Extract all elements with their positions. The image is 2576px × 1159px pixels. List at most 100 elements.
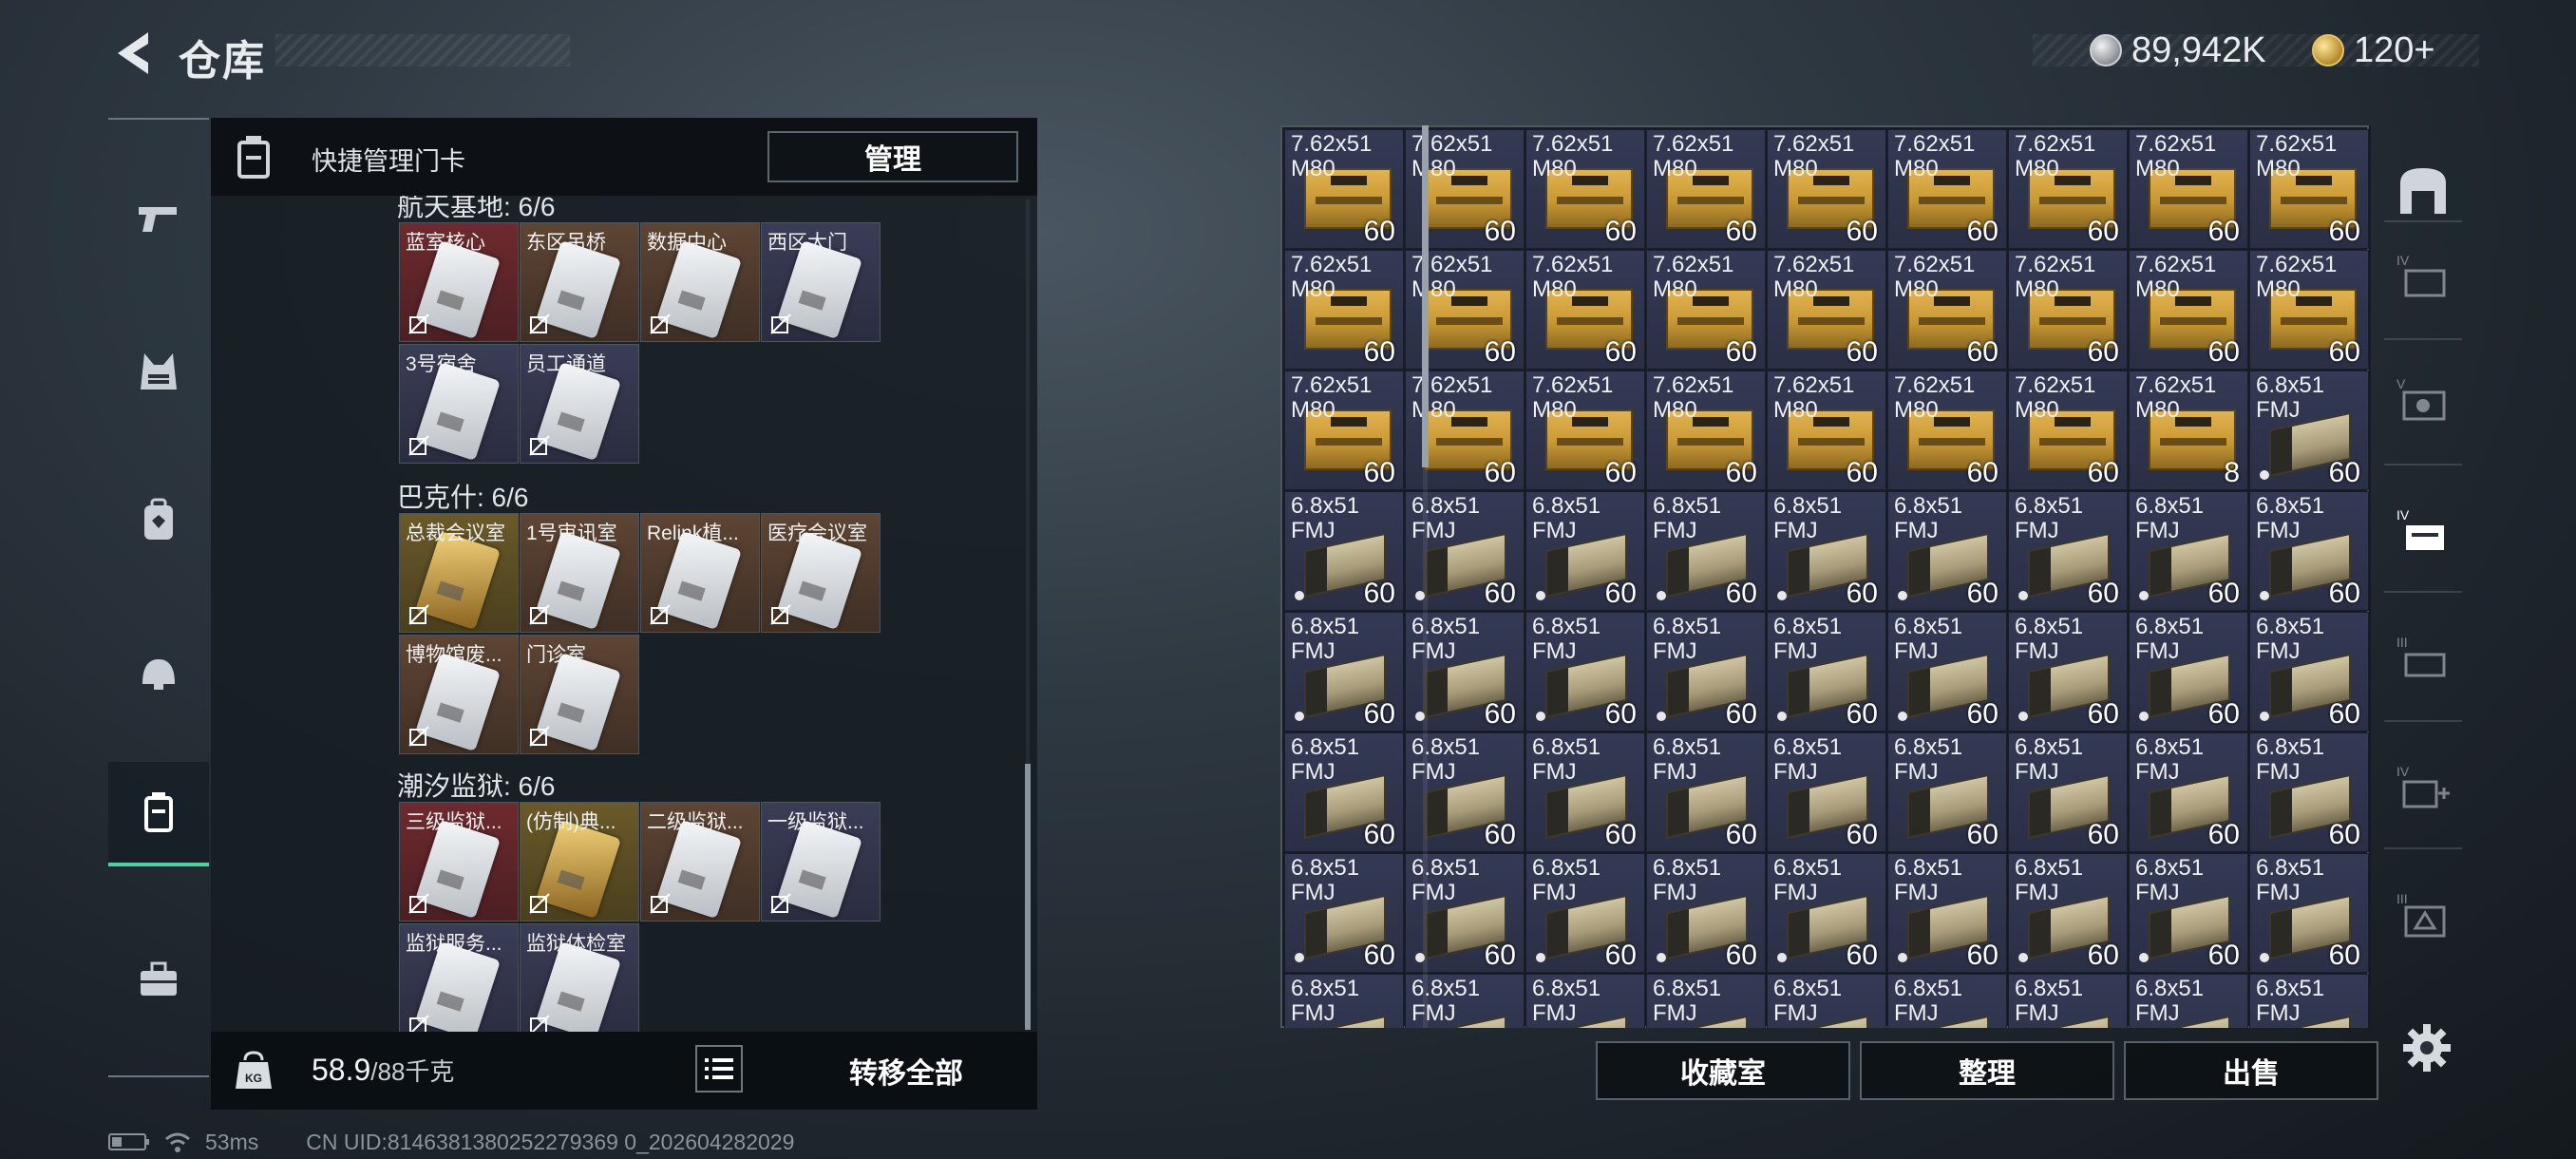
stash-item[interactable]: 6.8x51 FMJ 60 [2008, 732, 2128, 852]
keycard-slot[interactable]: 员工通道 [520, 344, 639, 464]
nav-backpack[interactable] [108, 467, 209, 572]
stash-item[interactable]: 6.8x51 FMJ 60 [1767, 732, 1886, 852]
stash-item[interactable]: 6.8x51 FMJ [1887, 974, 2007, 1028]
stash-item[interactable]: 6.8x51 FMJ [1767, 974, 1886, 1028]
stash-item[interactable]: 6.8x51 FMJ [1646, 974, 1766, 1028]
stash-tab-2[interactable]: IV [2392, 245, 2454, 308]
stash-item[interactable]: 6.8x51 FMJ [1284, 974, 1404, 1028]
stash-item[interactable]: 6.8x51 FMJ [2249, 974, 2369, 1028]
keycard-list[interactable]: 航天基地: 6/6 蓝室核心 东区吊桥 数据中心 西区大门 3号宿舍 员工通道 巴克什: 6/… [211, 196, 1037, 1032]
stash-item[interactable]: 6.8x51 FMJ 60 [1525, 612, 1645, 732]
keycard-slot[interactable]: 医疗会议室 [761, 513, 881, 633]
stash-scroll-thumb[interactable] [1422, 125, 1429, 467]
keycard-slot[interactable]: 门诊室 [520, 635, 639, 754]
manage-button[interactable]: 管理 [767, 131, 1018, 182]
nav-keycards[interactable] [108, 762, 209, 866]
gold-currency[interactable]: 120+ [2312, 28, 2435, 72]
stash-item[interactable]: 7.62x51 M80 60 [1646, 129, 1766, 249]
stash-item[interactable]: 7.62x51 M80 60 [1887, 250, 2007, 370]
stash-item[interactable]: 7.62x51 M80 60 [1767, 250, 1886, 370]
nav-helmet[interactable] [108, 621, 209, 726]
stash-item[interactable]: 6.8x51 FMJ 60 [1284, 732, 1404, 852]
stash-item[interactable]: 6.8x51 FMJ 60 [1525, 732, 1645, 852]
stash-item[interactable]: 6.8x51 FMJ 60 [2008, 491, 2128, 611]
keycard-slot[interactable]: 数据中心 [640, 222, 760, 342]
stash-item[interactable]: 6.8x51 FMJ 60 [1525, 491, 1645, 611]
stash-item[interactable]: 6.8x51 FMJ 60 [2249, 732, 2369, 852]
gear-icon[interactable] [2401, 1022, 2453, 1074]
stash-tab-4[interactable]: IV [2392, 500, 2454, 562]
stash-item[interactable]: 6.8x51 FMJ 60 [1887, 853, 2007, 973]
stash-item[interactable]: 7.62x51 M80 60 [1284, 250, 1404, 370]
stash-item[interactable]: 7.62x51 M80 60 [1887, 129, 2007, 249]
stash-item[interactable]: 7.62x51 M80 60 [2129, 250, 2248, 370]
keycard-slot[interactable]: 博物馆废... [399, 635, 519, 754]
stash-item[interactable]: 7.62x51 M80 60 [2249, 129, 2369, 249]
stash-item[interactable]: 6.8x51 FMJ 60 [1887, 491, 2007, 611]
silver-currency[interactable]: 89,942K [2090, 28, 2266, 72]
keycard-slot[interactable]: (仿制)典... [520, 802, 639, 922]
list-view-button[interactable] [695, 1045, 743, 1092]
stash-item[interactable]: 7.62x51 M80 60 [1887, 370, 2007, 490]
stash-item[interactable]: 6.8x51 FMJ 60 [1887, 732, 2007, 852]
keycard-slot[interactable]: 三级监狱... [399, 802, 519, 922]
keycard-slot[interactable]: 监狱服务... [399, 923, 519, 1032]
stash-tab-5[interactable]: III [2392, 627, 2454, 690]
stash-item[interactable]: 6.8x51 FMJ [2129, 974, 2248, 1028]
stash-item[interactable]: 7.62x51 M80 60 [1646, 370, 1766, 490]
stash-item[interactable]: 6.8x51 FMJ 60 [1646, 491, 1766, 611]
stash-item[interactable]: 6.8x51 FMJ 60 [1767, 491, 1886, 611]
stash-item[interactable]: 7.62x51 M80 60 [1525, 129, 1645, 249]
sort-button[interactable]: 整理 [1860, 1041, 2114, 1100]
nav-toolbox[interactable] [108, 927, 209, 1032]
stash-item[interactable]: 7.62x51 M80 8 [2129, 370, 2248, 490]
keycard-slot[interactable]: 西区大门 [761, 222, 881, 342]
transfer-all-button[interactable]: 转移全部 [781, 1045, 1032, 1096]
stash-item[interactable]: 6.8x51 FMJ 60 [2249, 491, 2369, 611]
stash-item[interactable]: 6.8x51 FMJ 60 [1646, 732, 1766, 852]
stash-item[interactable]: 6.8x51 FMJ 60 [1646, 853, 1766, 973]
stash-item[interactable]: 7.62x51 M80 60 [2249, 250, 2369, 370]
stash-item[interactable]: 6.8x51 FMJ 60 [1767, 853, 1886, 973]
keycard-scroll-thumb[interactable] [1025, 764, 1031, 1030]
stash-item[interactable]: 6.8x51 FMJ 60 [2249, 612, 2369, 732]
stash-item[interactable]: 6.8x51 FMJ 60 [1284, 612, 1404, 732]
keycard-slot[interactable]: 3号宿舍 [399, 344, 519, 464]
stash-item[interactable]: 7.62x51 M80 60 [2008, 129, 2128, 249]
stash-tab-7[interactable]: III [2392, 884, 2454, 946]
stash-item[interactable]: 6.8x51 FMJ 60 [1284, 491, 1404, 611]
stash-item[interactable]: 6.8x51 FMJ 60 [2129, 612, 2248, 732]
stash-item[interactable]: 6.8x51 FMJ 60 [1767, 612, 1886, 732]
keycard-slot[interactable]: 总裁会议室 [399, 513, 519, 633]
keycard-slot[interactable]: Relink植... [640, 513, 760, 633]
keycard-slot[interactable]: 一级监狱... [761, 802, 881, 922]
stash-item[interactable]: 7.62x51 M80 60 [2129, 129, 2248, 249]
stash-item[interactable]: 6.8x51 FMJ 60 [1284, 853, 1404, 973]
stash-tab-1[interactable] [2392, 160, 2454, 222]
collection-room-button[interactable]: 收藏室 [1596, 1041, 1850, 1100]
stash-item[interactable]: 6.8x51 FMJ [2008, 974, 2128, 1028]
stash-tab-6[interactable]: IV [2392, 756, 2454, 819]
keycard-slot[interactable]: 1号审讯室 [520, 513, 639, 633]
stash-item[interactable]: 6.8x51 FMJ 60 [1646, 612, 1766, 732]
stash-item[interactable]: 6.8x51 FMJ 60 [2008, 853, 2128, 973]
back-arrow-icon[interactable] [106, 27, 156, 80]
keycard-slot[interactable]: 东区吊桥 [520, 222, 639, 342]
stash-item[interactable]: 7.62x51 M80 60 [2008, 250, 2128, 370]
stash-item[interactable]: 7.62x51 M80 60 [1284, 370, 1404, 490]
stash-item[interactable]: 7.62x51 M80 60 [1767, 129, 1886, 249]
stash-item[interactable]: 7.62x51 M80 60 [1284, 129, 1404, 249]
stash-item[interactable]: 6.8x51 FMJ 60 [2249, 370, 2369, 490]
keycard-slot[interactable]: 蓝室核心 [399, 222, 519, 342]
stash-item[interactable]: 7.62x51 M80 60 [1646, 250, 1766, 370]
nav-armor[interactable] [108, 319, 209, 424]
keycard-slot[interactable]: 监狱体检室 [520, 923, 639, 1032]
stash-item[interactable]: 6.8x51 FMJ 60 [2129, 491, 2248, 611]
stash-item[interactable]: 7.62x51 M80 60 [2008, 370, 2128, 490]
stash-item[interactable]: 7.62x51 M80 60 [1767, 370, 1886, 490]
stash-item[interactable]: 7.62x51 M80 60 [1525, 250, 1645, 370]
keycard-slot[interactable]: 二级监狱... [640, 802, 760, 922]
stash-item[interactable]: 7.62x51 M80 60 [1525, 370, 1645, 490]
nav-weapons[interactable] [108, 165, 209, 270]
stash-tab-3[interactable]: V [2392, 369, 2454, 431]
